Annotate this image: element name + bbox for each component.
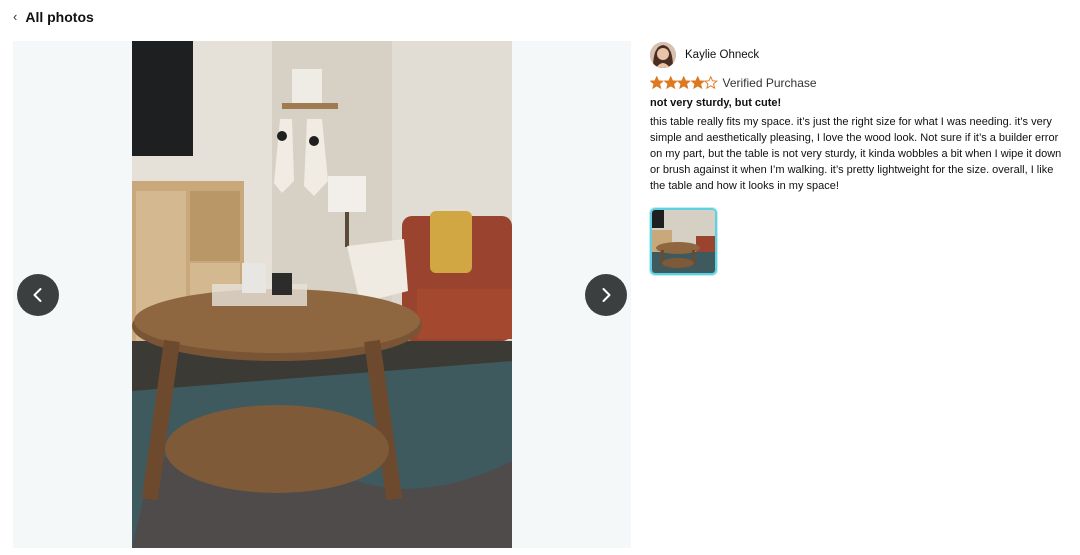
avatar <box>650 42 676 68</box>
reviewer-name[interactable]: Kaylie Ohneck <box>685 49 759 61</box>
star-filled-icon <box>690 76 704 90</box>
star-filled-icon <box>677 76 691 90</box>
star-filled-icon <box>663 76 677 90</box>
chevron-left-icon: ‹ <box>13 9 18 24</box>
reviewer-profile[interactable]: Kaylie Ohneck <box>650 41 1068 69</box>
star-filled-icon <box>650 76 664 90</box>
review-photo <box>132 41 512 548</box>
previous-photo-button[interactable] <box>17 274 59 316</box>
chevron-left-icon <box>33 288 42 302</box>
review-body: this table really fits my space. it’s ju… <box>650 116 1062 192</box>
back-link-label: All photos <box>25 9 94 25</box>
photo-thumbnail[interactable] <box>650 208 717 275</box>
star-rating <box>650 76 718 90</box>
review-panel: Kaylie Ohneck Verified Purchase not very… <box>650 41 1068 275</box>
rating-row: Verified Purchase <box>650 75 1068 91</box>
chevron-right-icon <box>602 288 611 302</box>
review-title: not very sturdy, but cute! <box>650 97 782 109</box>
verified-purchase-label: Verified Purchase <box>722 76 817 90</box>
all-photos-back-link[interactable]: ‹ All photos <box>13 9 94 25</box>
next-photo-button[interactable] <box>585 274 627 316</box>
photo-viewer <box>13 41 631 548</box>
star-empty-icon <box>704 76 718 90</box>
